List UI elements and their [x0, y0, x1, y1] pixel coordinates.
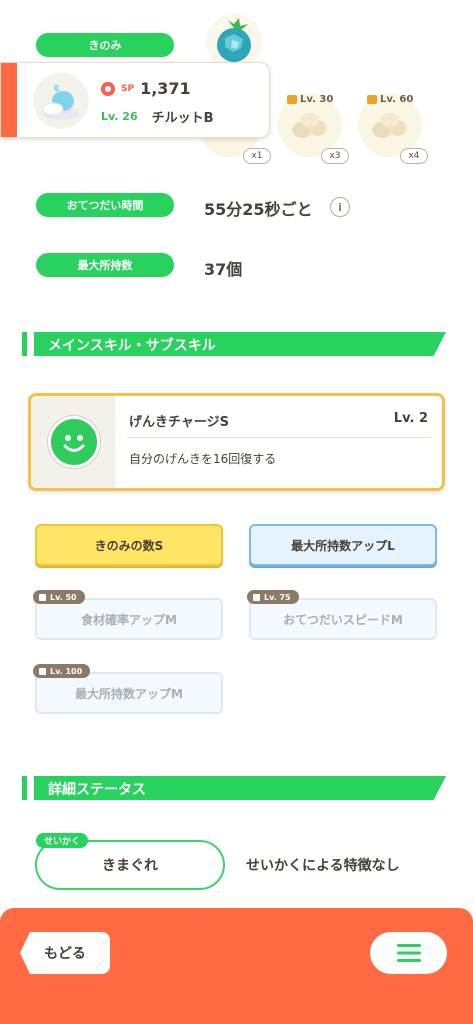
pokemon-info-popup[interactable]: ● SP 1,371 Lv. 26 チルットB [0, 62, 270, 138]
sub-skill-5-lock-tag: Lv. 100 [33, 664, 91, 678]
popup-accent [1, 63, 17, 137]
skill-divider [127, 437, 431, 438]
skills-section-title: メインスキル・サブスキル [48, 338, 216, 354]
section-bar [22, 332, 27, 356]
lock-icon [39, 667, 46, 675]
nature-description: せいかくによる特徴なし [246, 858, 400, 874]
sub-skill-5[interactable]: 最大所持数アップM [35, 672, 223, 714]
level-row: Lv. 26 チルットB [101, 107, 214, 126]
nature-tag: せいかく [36, 833, 89, 848]
max-carry-label: 最大所持数 [36, 253, 174, 277]
smile-icon [48, 416, 100, 468]
sub-skill-3[interactable]: 食材確率アップM [35, 598, 223, 640]
main-skill-description: 自分のげんきを16回復する [129, 452, 277, 466]
sub-skill-4[interactable]: おてつだいスピードM [249, 598, 437, 640]
main-skill-name: げんきチャージS [129, 415, 229, 430]
back-button[interactable]: もどる [20, 932, 110, 974]
skill-icon-panel [31, 396, 115, 488]
help-time-label: おてつだい時間 [36, 193, 174, 217]
sub-skill-1[interactable]: きのみの数S [35, 524, 223, 566]
pokemon-avatar [33, 73, 89, 129]
info-icon[interactable]: i [330, 197, 350, 217]
ingredient-count-1: x1 [243, 148, 271, 164]
ingredient-level-3: Lv. 60 [367, 94, 413, 105]
pokemon-name: チルットB [151, 111, 214, 126]
details-section-header: 詳細ステータス [22, 776, 446, 800]
pokeball-icon: ● [101, 81, 115, 96]
section-bar [22, 776, 27, 800]
skills-section-header: メインスキル・サブスキル [22, 332, 446, 356]
main-skill-level: Lv. 2 [393, 411, 428, 426]
pokemon-level: Lv. 26 [101, 110, 138, 123]
ingredient-count-3: x4 [400, 148, 428, 164]
ingredient-level-2: Lv. 30 [287, 94, 333, 105]
ingredient-count-2: x3 [321, 148, 349, 164]
sub-skill-3-lock-tag: Lv. 50 [33, 590, 85, 604]
sub-skill-2[interactable]: 最大所持数アップL [249, 524, 437, 566]
sp-value: 1,371 [140, 79, 191, 98]
main-skill-card[interactable]: げんきチャージS Lv. 2 自分のげんきを16回復する [28, 393, 445, 491]
berry-label: きのみ [36, 33, 174, 57]
hamburger-menu-icon[interactable] [370, 932, 447, 974]
lock-icon [39, 593, 46, 601]
sub-skill-4-lock-tag: Lv. 75 [247, 590, 299, 604]
details-section-title: 詳細ステータス [48, 782, 146, 798]
footer-bar: もどる [0, 908, 473, 1024]
sp-label: SP [121, 83, 135, 94]
max-carry-value: 37個 [204, 260, 243, 279]
help-time-value: 55分25秒ごと [204, 200, 313, 219]
lock-icon [253, 593, 260, 601]
lock-icon [367, 95, 377, 104]
lock-icon [287, 95, 297, 104]
sp-row: ● SP 1,371 [101, 79, 191, 98]
